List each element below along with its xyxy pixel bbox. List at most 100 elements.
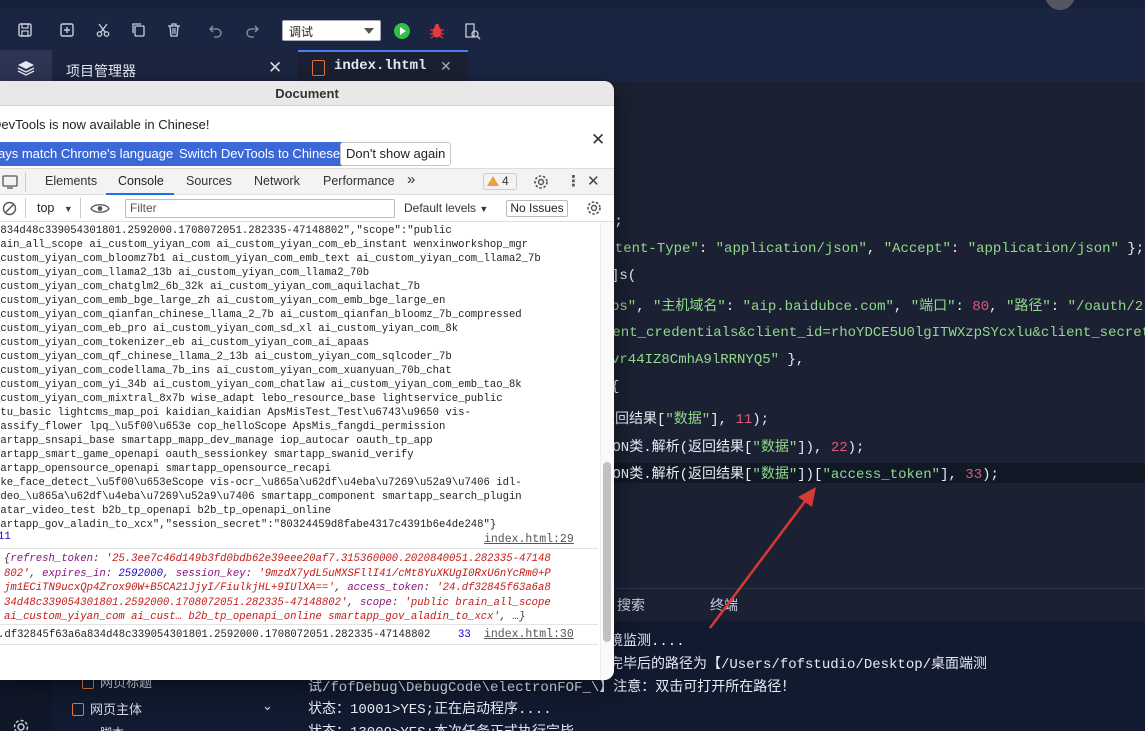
match-language-button[interactable]: ays match Chrome's language: [0, 142, 180, 166]
object-token: ,: [334, 582, 348, 594]
devtools-title: Document: [0, 81, 614, 106]
device-toggle-icon[interactable]: [2, 175, 18, 189]
tab-sources[interactable]: Sources: [186, 174, 232, 188]
object-token: session_key: [175, 567, 246, 580]
log-line: _custom_yiyan_com_qf_chinese_llama_2_13b…: [0, 351, 452, 363]
log-line: _custom_yiyan_com_bloomz7b1 ai_custom_yi…: [0, 253, 541, 265]
devtools-tabs: Elements Console Sources Network Perform…: [0, 169, 614, 195]
dont-show-again-button[interactable]: Don't show again: [340, 142, 452, 166]
levels-label: Default levels: [404, 201, 477, 215]
console-settings-icon[interactable]: [586, 200, 602, 216]
object-token: 34d48c339054301801.2592000.1708072051.28…: [4, 596, 348, 609]
tab-network[interactable]: Network: [254, 174, 300, 188]
log-line: _custom_yiyan_com_codellama_7b_ins ai_cu…: [0, 365, 452, 377]
log-separator: [0, 624, 598, 625]
log-line: a834d48c339054301801.2592000.1708072051.…: [0, 225, 452, 237]
object-log-line: 802', expires_in: 2592000, session_key: …: [4, 567, 551, 581]
log-line: _custom_yiyan_com_emb_bge_large_zh ai_cu…: [0, 295, 446, 307]
object-token: scope: [360, 596, 392, 609]
object-log-line: 34d48c339054301801.2592000.1708072051.28…: [4, 596, 551, 610]
log-line: martapp_opensource_openapi smartapp_open…: [0, 463, 331, 475]
log-line: _custom_yiyan_com_chatglm2_6b_32k ai_cus…: [0, 281, 420, 293]
log-line: _custom_yiyan_com_yi_34b ai_custom_yiyan…: [0, 379, 522, 391]
tab-performance[interactable]: Performance: [323, 174, 395, 188]
context-value: top: [37, 201, 55, 215]
object-token: expires_in: [42, 567, 106, 580]
log-line: lassify_flower lpq_\u5f00\u653e cop_hell…: [0, 421, 446, 433]
divider: [25, 198, 26, 218]
console-log[interactable]: a834d48c339054301801.2592000.1708072051.…: [0, 222, 614, 680]
object-token: , …}: [499, 611, 526, 623]
object-token: 'public brain_all_scope: [404, 596, 551, 609]
object-token: :: [245, 567, 259, 580]
source-link[interactable]: index.html:30: [484, 628, 574, 641]
object-token: 2592000: [118, 567, 163, 580]
object-token: ,: [162, 567, 176, 580]
divider: [25, 172, 26, 192]
object-token: '25.3ee7c46d149b3fd0bdb62e39eee20af7.315…: [105, 553, 551, 565]
object-log-line: {refresh_token: '25.3ee7c46d149b3fd0bdb6…: [4, 552, 551, 566]
object-token: ai_custom_yiyan_com ai_cust… b2b_tp_open…: [4, 611, 500, 623]
eye-icon[interactable]: [90, 202, 110, 215]
log-number: 33: [458, 629, 471, 641]
warnings-count: 4: [502, 174, 509, 188]
access-token-log: .df32845f63a6a834d48c339054301801.259200…: [0, 629, 431, 641]
close-icon[interactable]: ✕: [591, 130, 605, 150]
log-line: vatar_video_test b2b_tp_openapi b2b_tp_o…: [0, 505, 331, 517]
log-line: _custom_yiyan_com_qianfan_chinese_llama_…: [0, 309, 522, 321]
source-link[interactable]: index.html:29: [484, 533, 574, 546]
log-line: _custom_yiyan_com_tokenizer_eb ai_custom…: [0, 337, 370, 349]
kebab-menu-icon[interactable]: ⋮: [566, 172, 581, 190]
log-line: _custom_yiyan_com_mixtral_8x7b wise_adap…: [0, 393, 503, 405]
switch-to-chinese-button[interactable]: Switch DevTools to Chinese: [173, 142, 347, 166]
object-token: :: [93, 553, 106, 565]
log-line: etu_basic lightcms_map_poi kaidian_kaidi…: [0, 407, 471, 419]
filter-placeholder: Filter: [130, 201, 157, 215]
object-token: :: [105, 567, 119, 580]
object-token: ,: [347, 596, 361, 609]
filter-input[interactable]: Filter: [125, 199, 395, 218]
tab-console[interactable]: Console: [118, 174, 164, 188]
divider: [80, 198, 81, 218]
language-infobar: DevTools is now available in Chinese! ay…: [0, 106, 614, 169]
log-count: 11: [0, 531, 11, 543]
close-devtools-icon[interactable]: ✕: [587, 172, 600, 190]
object-token: ,: [29, 567, 43, 580]
dropdown-triangle-icon: ▼: [63, 204, 73, 214]
object-log-line: jm1ECiTN9ucxQp4Zrox90W+B5CA21JjyI/Fiulkj…: [4, 581, 551, 595]
warning-icon: [487, 176, 499, 186]
clear-console-icon[interactable]: [2, 201, 17, 216]
screen: 调试 项目管理器 ✕ 网页标题 网页主体 ⌄ 脚本: [0, 0, 1145, 731]
console-filter-bar: top ▼ Filter Default levels ▼ No Issues: [0, 195, 614, 222]
no-issues-button[interactable]: No Issues: [506, 200, 568, 217]
dropdown-triangle-icon: ▼: [479, 204, 489, 214]
object-token: jm1ECiTN9ucxQp4Zrox90W+B5CA21JjyI/Fiulkj…: [4, 582, 335, 594]
log-line: ake_face_detect_\u5f00\u653eScope vis-oc…: [0, 477, 522, 489]
tab-elements[interactable]: Elements: [45, 174, 97, 188]
devtools-window: Document DevTools is now available in Ch…: [0, 81, 614, 680]
object-token: '9mzdX7ydL5uMXSFllI41/cMt8YuXKUgI0RxU6nY…: [258, 567, 551, 580]
log-line: ideo_\u865a\u62df\u4eba\u7269\u52a9\u740…: [0, 491, 522, 503]
log-separator: [0, 644, 598, 645]
log-line: martapp_gov_aladin_to_xcx","session_secr…: [0, 519, 497, 531]
log-separator: [0, 548, 598, 549]
log-line: _custom_yiyan_com_eb_pro ai_custom_yiyan…: [0, 323, 459, 335]
more-tabs-icon[interactable]: »: [407, 171, 415, 188]
scrollbar-thumb[interactable]: [603, 462, 611, 642]
log-line: _custom_yiyan_com_llama2_13b ai_custom_y…: [0, 267, 370, 279]
infobar-message: DevTools is now available in Chinese!: [0, 117, 210, 132]
object-token: '24.df32845f63a6a8: [436, 582, 551, 594]
log-line: martapp_smart_game_openapi oauth_session…: [0, 449, 414, 461]
log-levels-dropdown[interactable]: Default levels ▼: [404, 201, 488, 215]
log-line: martapp_snsapi_base smartapp_mapp_dev_ma…: [0, 435, 433, 447]
object-token: refresh_token: [10, 553, 94, 565]
settings-gear-icon[interactable]: [533, 174, 549, 190]
object-token: 802': [4, 567, 30, 580]
warnings-badge[interactable]: 4: [483, 173, 517, 190]
log-line: rain_all_scope ai_custom_yiyan_com ai_cu…: [0, 239, 529, 251]
context-selector[interactable]: top ▼: [37, 201, 73, 215]
object-token: :: [391, 596, 405, 609]
object-log-line: ai_custom_yiyan_com ai_cust… b2b_tp_open…: [4, 610, 525, 624]
object-token: :: [423, 582, 437, 594]
object-token: access_token: [347, 582, 424, 594]
